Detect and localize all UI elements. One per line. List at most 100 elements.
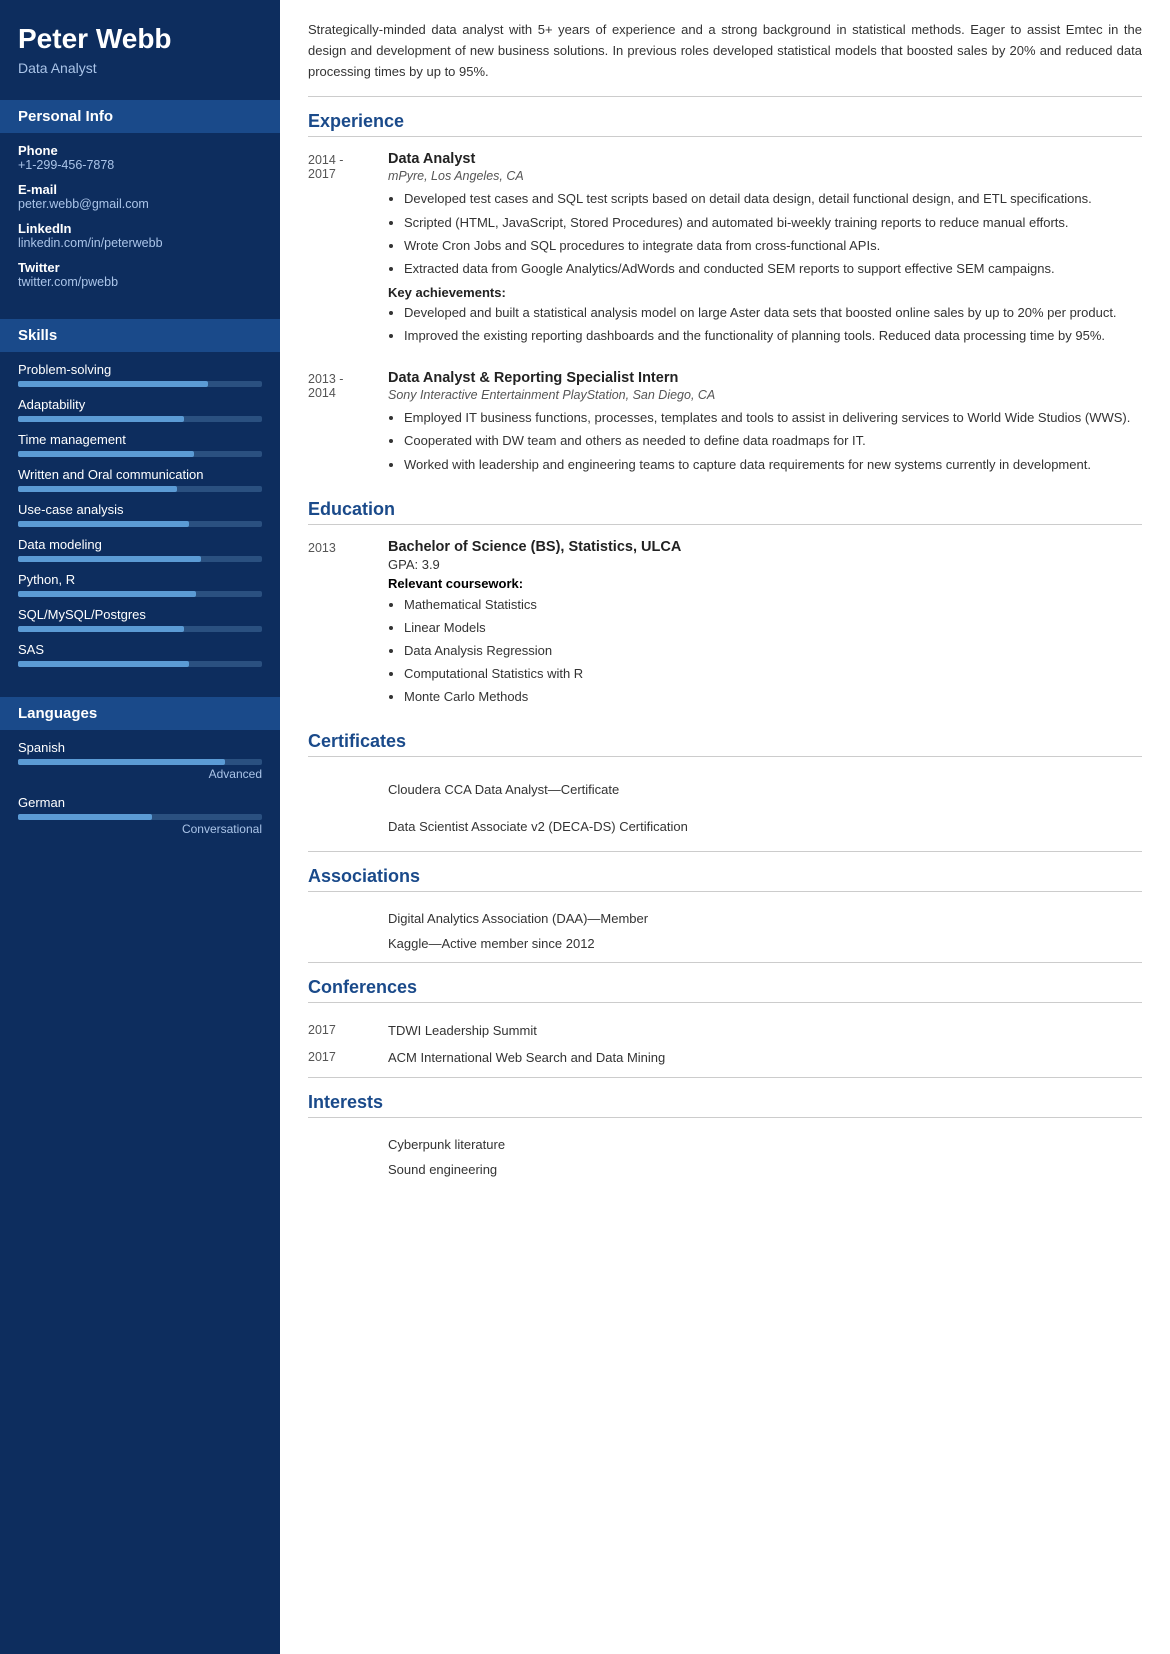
- skill-bar-fill: [18, 626, 184, 632]
- certificates-container: Cloudera CCA Data Analyst—CertificateDat…: [308, 771, 1142, 852]
- skill-name: Time management: [18, 432, 262, 447]
- list-item: Data Analysis Regression: [404, 641, 1142, 661]
- contact-phone-value: +1-299-456-7878: [18, 158, 262, 172]
- conferences-section-title: Conferences: [308, 977, 1142, 1003]
- skill-item: Written and Oral communication: [18, 467, 262, 492]
- experience-section-title: Experience: [308, 111, 1142, 137]
- interests-container: Cyberpunk literatureSound engineering: [308, 1132, 1142, 1182]
- contact-linkedin-value: linkedin.com/in/peterwebb: [18, 236, 262, 250]
- skill-item: SAS: [18, 642, 262, 667]
- education-section-title: Education: [308, 499, 1142, 525]
- entry-title: Bachelor of Science (BS), Statistics, UL…: [388, 539, 1142, 555]
- gpa: GPA: 3.9: [388, 557, 1142, 572]
- contact-email-label: E-mail: [18, 182, 262, 197]
- languages-content: Spanish Advanced German Conversational: [0, 730, 280, 860]
- entry-date: 2013: [308, 539, 388, 714]
- language-level: Conversational: [18, 822, 262, 836]
- list-item: Mathematical Statistics: [404, 595, 1142, 615]
- contact-twitter-label: Twitter: [18, 260, 262, 275]
- list-item: Scripted (HTML, JavaScript, Stored Proce…: [404, 213, 1142, 233]
- associations-container: Digital Analytics Association (DAA)—Memb…: [308, 906, 1142, 963]
- conference-year: 2017: [308, 1050, 388, 1065]
- conferences-container: 2017 TDWI Leadership Summit 2017 ACM Int…: [308, 1017, 1142, 1078]
- certificate-item: Data Scientist Associate v2 (DECA-DS) Ce…: [308, 808, 1142, 845]
- skill-name: Written and Oral communication: [18, 467, 262, 482]
- skill-bar-background: [18, 521, 262, 527]
- interest-item: Cyberpunk literature: [308, 1132, 1142, 1157]
- skill-bar-fill: [18, 416, 184, 422]
- contact-twitter-value: twitter.com/pwebb: [18, 275, 262, 289]
- experience-entry: 2013 - 2014 Data Analyst & Reporting Spe…: [308, 370, 1142, 480]
- certificates-section-title: Certificates: [308, 731, 1142, 757]
- skill-name: Use-case analysis: [18, 502, 262, 517]
- interests-section-title: Interests: [308, 1092, 1142, 1118]
- education-container: 2013 Bachelor of Science (BS), Statistic…: [308, 539, 1142, 714]
- list-item: Improved the existing reporting dashboar…: [404, 326, 1142, 346]
- skill-bar-background: [18, 486, 262, 492]
- skill-bar-background: [18, 381, 262, 387]
- skill-bar-fill: [18, 661, 189, 667]
- conference-year: 2017: [308, 1023, 388, 1038]
- skill-name: Python, R: [18, 572, 262, 587]
- contact-phone: Phone +1-299-456-7878: [18, 143, 262, 172]
- skill-item: Python, R: [18, 572, 262, 597]
- skills-section-title: Skills: [0, 319, 280, 352]
- list-item: Developed test cases and SQL test script…: [404, 189, 1142, 209]
- skill-name: Data modeling: [18, 537, 262, 552]
- language-bar-fill: [18, 759, 225, 765]
- entry-body: Data Analyst & Reporting Specialist Inte…: [388, 370, 1142, 480]
- candidate-name: Peter Webb: [18, 22, 262, 56]
- entry-title: Data Analyst: [388, 151, 1142, 167]
- skill-bar-background: [18, 591, 262, 597]
- list-item: Linear Models: [404, 618, 1142, 638]
- list-item: Employed IT business functions, processe…: [404, 408, 1142, 428]
- contact-twitter: Twitter twitter.com/pwebb: [18, 260, 262, 289]
- contact-email-value: peter.webb@gmail.com: [18, 197, 262, 211]
- skill-bar-fill: [18, 556, 201, 562]
- entry-date: 2013 - 2014: [308, 370, 388, 480]
- skill-bar-background: [18, 451, 262, 457]
- language-name: Spanish: [18, 740, 262, 755]
- language-bar-fill: [18, 814, 152, 820]
- language-item: Spanish Advanced: [18, 740, 262, 781]
- conference-item: 2017 ACM International Web Search and Da…: [308, 1044, 1142, 1071]
- contact-email: E-mail peter.webb@gmail.com: [18, 182, 262, 211]
- summary: Strategically-minded data analyst with 5…: [308, 20, 1142, 97]
- association-item: Digital Analytics Association (DAA)—Memb…: [308, 906, 1142, 931]
- achievements-label: Key achievements:: [388, 285, 1142, 300]
- skill-item: Problem-solving: [18, 362, 262, 387]
- skill-item: SQL/MySQL/Postgres: [18, 607, 262, 632]
- language-item: German Conversational: [18, 795, 262, 836]
- main-content: Strategically-minded data analyst with 5…: [280, 0, 1170, 1654]
- list-item: Wrote Cron Jobs and SQL procedures to in…: [404, 236, 1142, 256]
- skill-name: SQL/MySQL/Postgres: [18, 607, 262, 622]
- skill-item: Use-case analysis: [18, 502, 262, 527]
- sidebar: Peter Webb Data Analyst Personal Info Ph…: [0, 0, 280, 1654]
- language-bar-background: [18, 759, 262, 765]
- experience-entry: 2014 - 2017 Data Analyst mPyre, Los Ange…: [308, 151, 1142, 352]
- language-level: Advanced: [18, 767, 262, 781]
- skill-bar-fill: [18, 591, 196, 597]
- certificate-item: Cloudera CCA Data Analyst—Certificate: [308, 771, 1142, 808]
- conference-name: TDWI Leadership Summit: [388, 1023, 1142, 1038]
- skill-name: Adaptability: [18, 397, 262, 412]
- entry-date: 2014 - 2017: [308, 151, 388, 352]
- entry-subtitle: mPyre, Los Angeles, CA: [388, 169, 1142, 183]
- skill-bar-fill: [18, 451, 194, 457]
- skill-bar-fill: [18, 381, 208, 387]
- education-entry: 2013 Bachelor of Science (BS), Statistic…: [308, 539, 1142, 714]
- associations-section-title: Associations: [308, 866, 1142, 892]
- skill-item: Time management: [18, 432, 262, 457]
- skill-bar-background: [18, 661, 262, 667]
- list-item: Cooperated with DW team and others as ne…: [404, 431, 1142, 451]
- entry-body: Data Analyst mPyre, Los Angeles, CA Deve…: [388, 151, 1142, 352]
- list-item: Monte Carlo Methods: [404, 687, 1142, 707]
- entry-subtitle: Sony Interactive Entertainment PlayStati…: [388, 388, 1142, 402]
- personal-info-section-title: Personal Info: [0, 100, 280, 133]
- sidebar-header: Peter Webb Data Analyst: [0, 0, 280, 90]
- list-item: Extracted data from Google Analytics/AdW…: [404, 259, 1142, 279]
- list-item: Worked with leadership and engineering t…: [404, 455, 1142, 475]
- language-bar-background: [18, 814, 262, 820]
- list-item: Developed and built a statistical analys…: [404, 303, 1142, 323]
- skill-item: Adaptability: [18, 397, 262, 422]
